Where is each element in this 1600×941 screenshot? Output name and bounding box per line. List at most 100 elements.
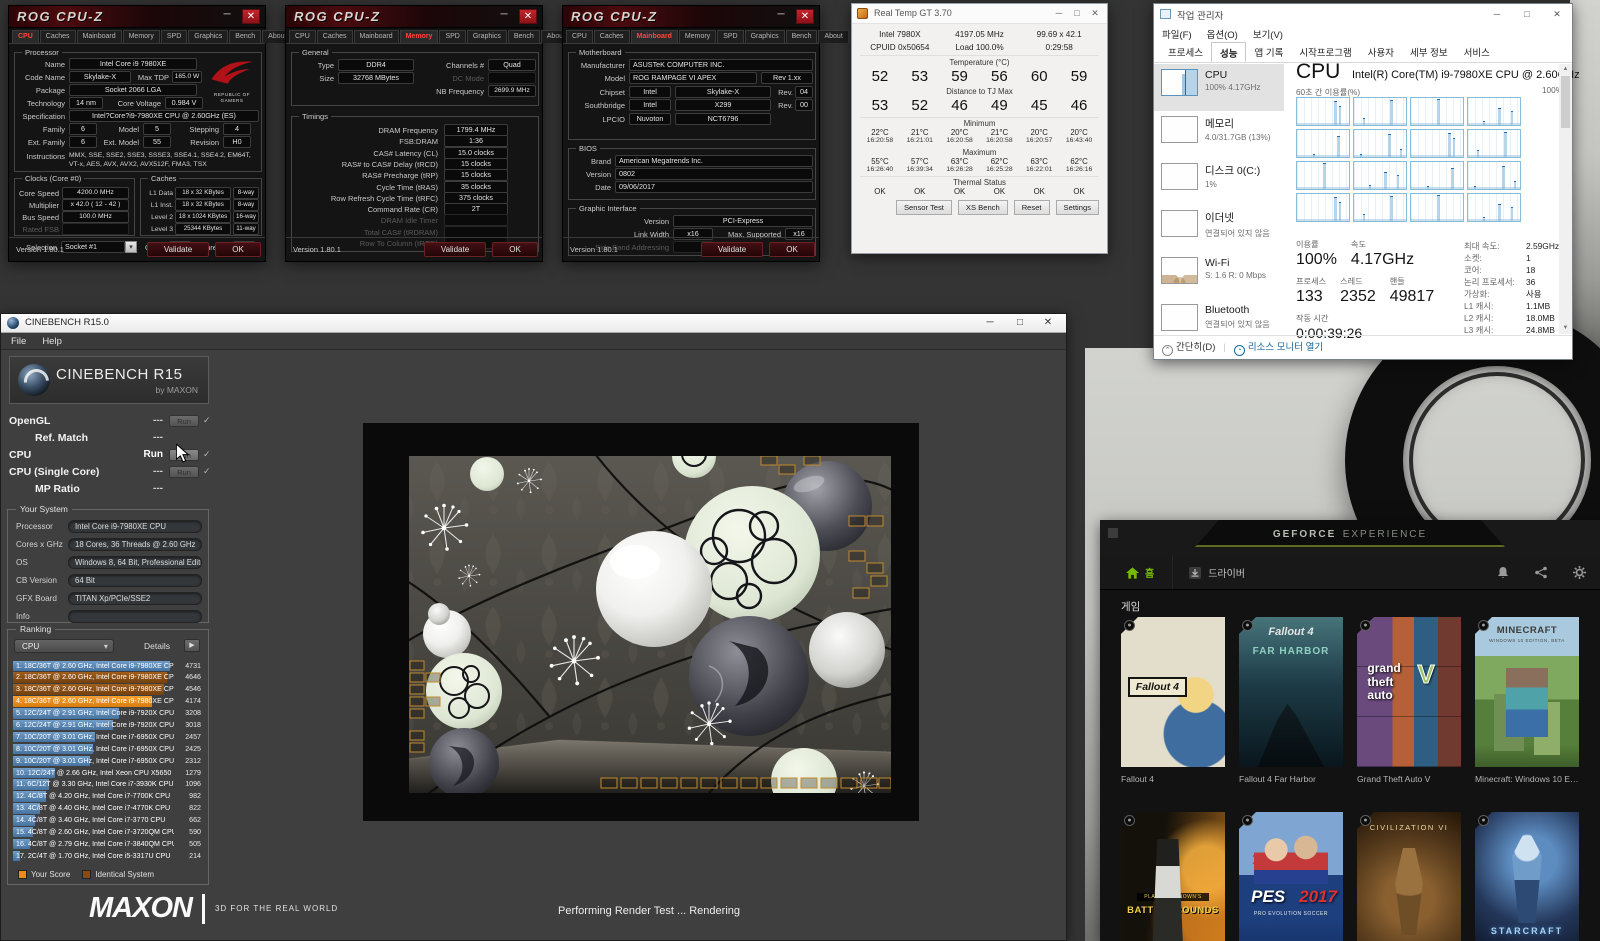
close-button[interactable]: ✕ (1034, 314, 1062, 333)
ranking-row[interactable]: 3. 18C/36T @ 2.60 GHz, Intel Core i9-798… (13, 684, 203, 696)
validate-button[interactable]: Validate (424, 242, 486, 257)
sidebar-item[interactable]: 메모리 4.0/31.7GB (13%) (1154, 111, 1284, 158)
realtemp-button[interactable]: XS Bench (958, 200, 1008, 215)
title-bar[interactable]: ROG CPU-Z ─ ✕ (9, 6, 265, 28)
game-tile[interactable]: ● grandtheftautoV Grand Theft Auto V (1357, 617, 1461, 784)
validate-button[interactable]: Validate (147, 242, 209, 257)
game-cover[interactable]: ● PLAYERUNKNOWN'SBATTLEGROUNDS (1121, 812, 1225, 941)
scrollbar-thumb[interactable] (1561, 76, 1570, 128)
scrollbar[interactable]: ▲ ▼ (1559, 64, 1572, 334)
title-bar[interactable]: CINEBENCH R15.0 ─ □ ✕ (1, 314, 1066, 333)
tab[interactable]: 프로세스 (1160, 42, 1211, 62)
tab[interactable]: Mainboard (631, 30, 678, 43)
game-cover[interactable]: ● Fallout 4 (1121, 617, 1225, 767)
scroll-down-arrow[interactable]: ▼ (1559, 323, 1572, 334)
ranking-filter-dropdown[interactable]: CPU (14, 639, 114, 653)
nav-driver[interactable]: 드라이버 (1172, 556, 1261, 589)
ranking-row[interactable]: 2. 18C/36T @ 2.60 GHz, Intel Core i9-798… (13, 672, 203, 684)
run-button[interactable]: Run (169, 466, 199, 478)
notifications-bell-icon[interactable] (1497, 566, 1509, 579)
ranking-row[interactable]: 14. 4C/8T @ 3.40 GHz, Intel Core i7-3770… (13, 815, 203, 827)
tab[interactable]: 사용자 (1360, 42, 1402, 62)
realtemp-button[interactable]: Reset (1014, 200, 1050, 215)
ranking-row[interactable]: 12. 4C/8T @ 4.20 GHz, Intel Core i7-7700… (13, 791, 203, 803)
tab[interactable]: Bench (786, 30, 818, 43)
ranking-row[interactable]: 11. 6C/12T @ 3.30 GHz, Intel Core i7-393… (13, 779, 203, 791)
tab[interactable]: Memory (123, 30, 160, 43)
menu-item[interactable]: Help (42, 336, 62, 347)
game-tile[interactable]: ● STARCRAFTII (1475, 812, 1579, 941)
ranking-row[interactable]: 13. 4C/8T @ 4.40 GHz, Intel Core i7-4770… (13, 803, 203, 815)
tab[interactable]: 성능 (1211, 42, 1246, 62)
tab[interactable]: Memory (400, 30, 439, 43)
ranking-row[interactable]: 16. 4C/8T @ 2.79 GHz, Intel Core i7-3840… (13, 838, 203, 850)
minimize-button[interactable]: ─ (1051, 8, 1067, 18)
sidebar-item[interactable]: 이더넷 연결되어 있지 않음 (1154, 205, 1284, 252)
minimize-button[interactable]: ─ (496, 9, 512, 23)
scroll-up-arrow[interactable]: ▲ (1559, 64, 1572, 75)
game-cover[interactable]: ● MINECRAFTWINDOWS 10 EDITION, BETA (1475, 617, 1579, 767)
ranking-row[interactable]: 8. 10C/20T @ 3.01 GHz, Intel Core i7-695… (13, 743, 203, 755)
settings-gear-icon[interactable] (1573, 566, 1586, 579)
tab[interactable]: CPU (566, 30, 593, 43)
menu-item[interactable]: 파일(F) (1162, 27, 1192, 41)
ok-button[interactable]: OK (492, 242, 538, 257)
share-icon[interactable] (1535, 566, 1547, 579)
game-tile[interactable]: ● MINECRAFTWINDOWS 10 EDITION, BETA Mine… (1475, 617, 1579, 784)
tab[interactable]: 세부 정보 (1402, 42, 1456, 62)
ranking-row[interactable]: 15. 4C/8T @ 2.60 GHz, Intel Core i7-3720… (13, 826, 203, 838)
tab[interactable]: About (818, 30, 848, 43)
minimize-button[interactable]: ─ (976, 314, 1004, 333)
sidebar-item[interactable]: 디스크 0(C:) 1% (1154, 158, 1284, 205)
ok-button[interactable]: OK (769, 242, 815, 257)
tab[interactable]: SPD (717, 30, 743, 43)
title-bar[interactable]: 작업 관리자 ─ □ ✕ (1154, 4, 1572, 25)
minimize-button[interactable]: ─ (1482, 4, 1512, 25)
ranking-row[interactable]: 10. 12C/24T @ 2.66 GHz, Intel Xeon CPU X… (13, 767, 203, 779)
game-cover[interactable]: ● Fallout 4FAR HARBOR (1239, 617, 1343, 767)
ranking-row[interactable]: 1. 18C/36T @ 2.60 GHz, Intel Core i9-798… (13, 660, 203, 672)
close-button[interactable]: ✕ (1542, 4, 1572, 25)
tab[interactable]: SPD (439, 30, 465, 43)
game-cover[interactable]: ● grandtheftautoV (1357, 617, 1461, 767)
realtemp-button[interactable]: Sensor Test (896, 200, 952, 215)
tab[interactable]: SPD (161, 30, 187, 43)
tab[interactable]: 서비스 (1456, 42, 1498, 62)
maximize-button[interactable]: □ (1006, 314, 1034, 333)
ranking-row[interactable]: 5. 12C/24T @ 2.91 GHz, Intel Core i9-792… (13, 708, 203, 720)
menu-item[interactable]: 보기(V) (1253, 27, 1283, 41)
validate-button[interactable]: Validate (701, 242, 763, 257)
realtemp-button[interactable]: Settings (1056, 200, 1099, 215)
tab[interactable]: Mainboard (354, 30, 399, 43)
tab[interactable]: Graphics (188, 30, 228, 43)
game-tile[interactable]: ● 11PES2017PRO EVOLUTION SOCCER (1239, 812, 1343, 941)
tab[interactable]: CPU (289, 30, 316, 43)
close-button[interactable]: ✕ (1087, 8, 1103, 19)
ok-button[interactable]: OK (215, 242, 261, 257)
close-button[interactable]: ✕ (519, 9, 537, 24)
ranking-row[interactable]: 4. 18C/36T @ 2.60 GHz, Intel Core i9-798… (13, 696, 203, 708)
maximize-button[interactable]: □ (1069, 8, 1085, 18)
tab[interactable]: Caches (40, 30, 76, 43)
close-button[interactable]: ✕ (796, 9, 814, 24)
tab[interactable]: Mainboard (77, 30, 122, 43)
tab[interactable]: Caches (594, 30, 630, 43)
details-button[interactable]: ▶ (184, 639, 200, 652)
ranking-row[interactable]: 7. 10C/20T @ 3.01 GHz, Intel Core i7-695… (13, 731, 203, 743)
check-icon[interactable]: ✓ (203, 449, 211, 460)
tab[interactable]: Bench (508, 30, 540, 43)
tab[interactable]: CPU (12, 30, 39, 43)
title-bar[interactable]: GEFORCE EXPERIENCE (1100, 520, 1600, 556)
check-icon[interactable]: ✓ (203, 415, 211, 426)
menu-item[interactable]: 옵션(O) (1207, 27, 1238, 41)
game-cover[interactable]: ● CIVILIZATION VI (1357, 812, 1461, 941)
sidebar-item[interactable]: Bluetooth 연결되어 있지 않음 (1154, 299, 1284, 334)
title-bar[interactable]: ROG CPU-Z ─ ✕ (286, 6, 542, 28)
simple-view-toggle[interactable]: ⌃간단히(D) (1162, 339, 1215, 356)
sidebar-item[interactable]: Wi-Fi S: 1.6 R: 0 Mbps (1154, 252, 1284, 299)
maximize-button[interactable]: □ (1512, 4, 1542, 25)
resource-monitor-link[interactable]: ◔리소스 모니터 열기 (1234, 339, 1323, 356)
sidebar-item[interactable]: CPU 100% 4.17GHz (1154, 64, 1284, 111)
game-cover[interactable]: ● 11PES2017PRO EVOLUTION SOCCER (1239, 812, 1343, 941)
menu-item[interactable]: File (11, 336, 26, 347)
